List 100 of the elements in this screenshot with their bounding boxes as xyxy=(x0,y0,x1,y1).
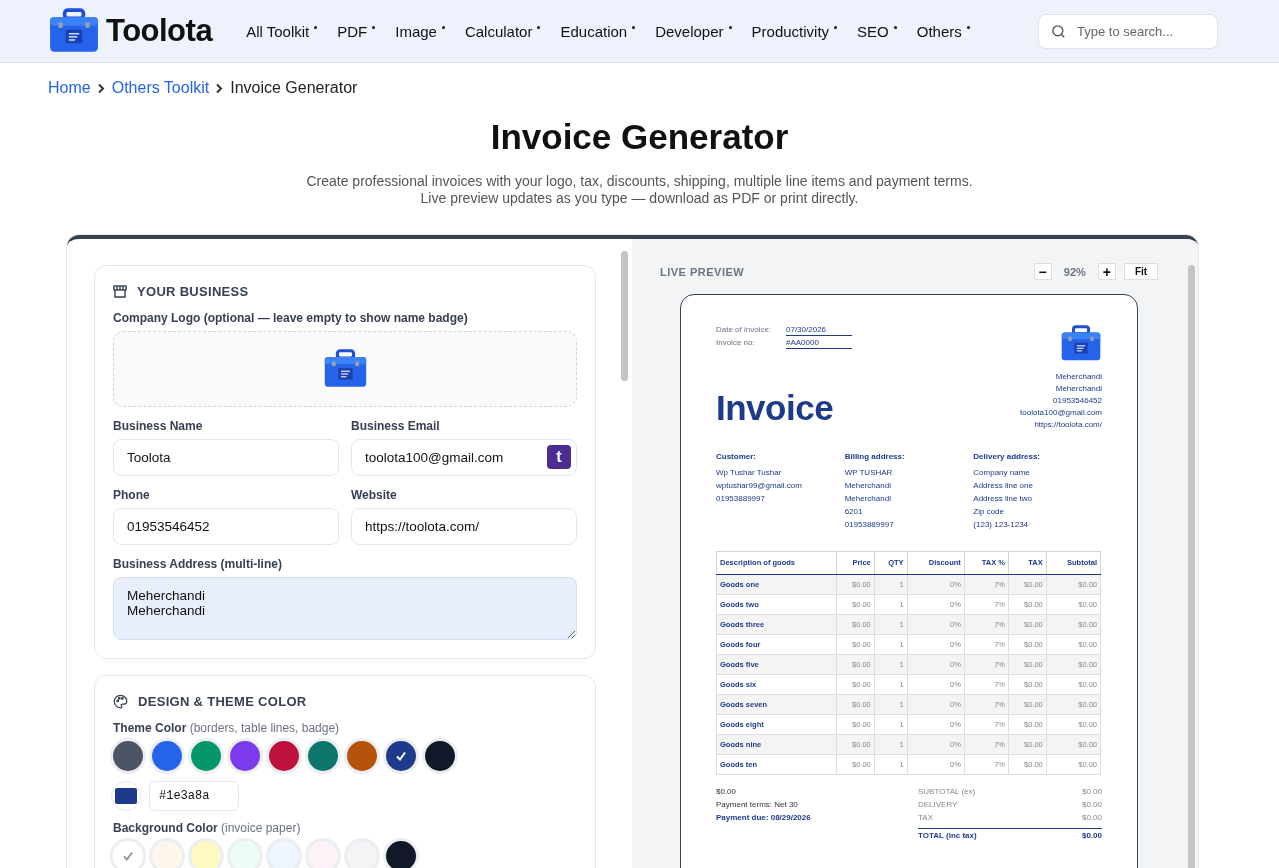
color-swatch[interactable] xyxy=(191,841,221,868)
field-label: Business Name xyxy=(113,419,204,433)
color-swatch[interactable] xyxy=(113,741,143,771)
page-subtitle: Create professional invoices with your logo, tax, discounts, shipping, multiple line items and payment terms. Live preview updates as you type — download as PDF or print directly. xyxy=(305,173,974,207)
total-label: SUBTOTAL (ex) xyxy=(918,786,977,796)
breadcrumb-current: Invoice Generator xyxy=(230,79,358,97)
party-line: Meherchandi xyxy=(844,480,892,490)
party-line: Zip code xyxy=(973,506,1005,516)
input-field[interactable]: Toolota xyxy=(113,439,339,476)
palette-icon xyxy=(113,694,128,709)
caret-icon xyxy=(537,25,541,29)
field-label: Theme Color (borders, table lines, badge) xyxy=(113,721,341,735)
color-swatch[interactable] xyxy=(113,841,143,868)
logo-dropzone[interactable] xyxy=(113,331,577,407)
party-line: wptushar99@gmail.com xyxy=(716,480,803,490)
caret-icon xyxy=(372,25,376,29)
sender-line: toolota100@gmail.com xyxy=(1020,407,1102,417)
party-line: (123) 123-1234 xyxy=(973,519,1030,529)
extension-badge: t xyxy=(547,445,571,469)
total-value: $0.00 xyxy=(1081,799,1102,809)
total-value: $0.00 xyxy=(1081,812,1102,822)
field-label: Business Address (multi-line) xyxy=(113,557,283,571)
party-line: WP TUSHAR xyxy=(844,467,894,477)
address-field[interactable]: Meherchandi Meherchandi xyxy=(113,577,577,640)
field-label: Website xyxy=(351,488,398,502)
nav-link[interactable]: SEO xyxy=(857,22,897,40)
check-icon xyxy=(122,850,134,862)
section-title: DESIGN & THEME COLOR xyxy=(138,694,307,709)
logo-icon xyxy=(1060,325,1102,362)
party-title: Customer: xyxy=(716,451,757,461)
party-line: 6201 xyxy=(844,506,864,516)
nav-link[interactable]: PDF xyxy=(337,22,376,40)
caret-icon xyxy=(441,25,445,29)
zoom-in-button[interactable]: + xyxy=(1097,263,1116,280)
color-swatch[interactable] xyxy=(347,741,377,771)
nav-link[interactable]: Productivity xyxy=(751,22,838,40)
nav-link[interactable]: Developer xyxy=(655,22,732,40)
page-title: Invoice Generator xyxy=(489,117,790,157)
logo-text[interactable]: Toolota xyxy=(106,13,213,49)
store-icon xyxy=(113,285,127,298)
amount-text: $0.00 xyxy=(716,786,738,796)
input-field[interactable]: 01953546452 xyxy=(113,508,339,545)
nav-link[interactable]: Calculator xyxy=(464,22,541,40)
color-swatch[interactable] xyxy=(191,741,221,771)
color-swatch[interactable] xyxy=(386,841,416,868)
input-field[interactable]: https://toolota.com/ xyxy=(351,508,577,545)
party-line: Wp Tushar Tushar xyxy=(716,467,783,477)
party-line: Company name xyxy=(973,467,1031,477)
caret-icon xyxy=(834,25,838,29)
color-swatch[interactable] xyxy=(308,741,338,771)
total-label: TOTAL (inc tax) xyxy=(918,830,977,840)
payment-due: Payment due: 08/29/2026 xyxy=(716,812,811,822)
total-label: TAX xyxy=(918,812,934,822)
invoice-heading: Invoice xyxy=(716,387,834,428)
breadcrumb-link[interactable]: Others Toolkit xyxy=(111,79,210,97)
meta-label: Date of invoice: xyxy=(716,325,773,336)
nav-link[interactable]: All Toolkit xyxy=(246,22,318,40)
party-title: Billing address: xyxy=(844,451,906,461)
check-icon xyxy=(395,750,407,762)
total-value: $0.00 xyxy=(1081,786,1102,796)
field-label: Phone xyxy=(113,488,151,502)
total-value: $0.00 xyxy=(1081,830,1102,840)
zoom-level: 92% xyxy=(1063,265,1086,278)
sender-line: https://toolota.com/ xyxy=(1034,419,1102,429)
field-label: Company Logo (optional — leave empty to show name badge) xyxy=(113,311,469,325)
chevron-icon xyxy=(96,82,106,94)
zoom-out-button[interactable]: − xyxy=(1033,263,1052,280)
party-line: Address line two xyxy=(973,493,1034,503)
caret-icon xyxy=(632,25,636,29)
hex-field[interactable]: #1e3a8a xyxy=(149,781,239,811)
preview-title: LIVE PREVIEW xyxy=(660,265,745,278)
chevron-icon xyxy=(215,82,225,94)
fit-button[interactable]: Fit xyxy=(1124,263,1158,280)
color-swatch[interactable] xyxy=(386,741,416,771)
caret-icon xyxy=(893,25,897,29)
party-line: Meherchandi xyxy=(844,493,892,503)
color-swatch[interactable] xyxy=(425,741,455,771)
search-field[interactable]: Type to search... xyxy=(1038,13,1218,49)
nav-link[interactable]: Others xyxy=(916,22,970,40)
logo-icon xyxy=(48,8,100,54)
color-swatch[interactable] xyxy=(152,741,182,771)
field-label: Background Color (invoice paper) xyxy=(113,821,302,835)
field-label: Business Email xyxy=(351,419,441,433)
caret-icon xyxy=(728,25,732,29)
search-icon xyxy=(1050,22,1067,40)
color-swatch[interactable] xyxy=(269,741,299,771)
party-line: 01953889997 xyxy=(716,493,766,503)
section-title: YOUR BUSINESS xyxy=(137,284,249,299)
party-title: Delivery address: xyxy=(973,451,1042,461)
sender-line: 01953546452 xyxy=(1053,395,1102,405)
meta-value: 07/30/2026 xyxy=(786,325,852,336)
payment-terms: Payment terms: Net 30 xyxy=(716,799,799,809)
caret-icon xyxy=(966,25,970,29)
sender-line: Meherchandi xyxy=(1055,383,1102,393)
meta-label: Invoice no: xyxy=(716,338,756,349)
nav-link[interactable]: Image xyxy=(395,22,445,40)
breadcrumb-link[interactable]: Home xyxy=(48,79,91,97)
caret-icon xyxy=(314,25,318,29)
color-swatch[interactable] xyxy=(230,741,260,771)
nav-link[interactable]: Education xyxy=(560,22,636,40)
